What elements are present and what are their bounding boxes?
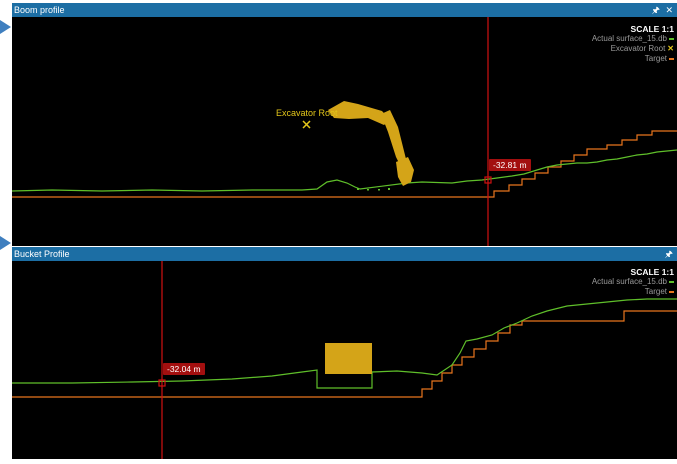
boom-panel-pointer bbox=[0, 20, 11, 34]
cross-icon: ✕ bbox=[667, 44, 674, 53]
boom-profile-plot[interactable]: Excavator Root bbox=[11, 17, 677, 246]
bucket-scale-label: SCALE 1:1 bbox=[630, 267, 674, 277]
boom-depth-readout: -32.81 m bbox=[489, 159, 531, 171]
close-icon[interactable]: ✕ bbox=[665, 5, 673, 15]
bucket-panel-title: Bucket Profile bbox=[14, 249, 70, 259]
target-swatch-icon bbox=[669, 57, 674, 60]
bucket-legend: SCALE 1:1 Actual surface_15.db Target bbox=[592, 267, 674, 297]
bucket-profile-plot[interactable] bbox=[12, 261, 677, 459]
boom-target-line bbox=[12, 130, 677, 198]
boom-legend-item-root: Excavator Root ✕ bbox=[592, 44, 674, 54]
bucket-profile-canvas[interactable]: -32.04 m SCALE 1:1 Actual surface_15.db … bbox=[12, 261, 677, 459]
boom-legend-target-label: Target bbox=[644, 54, 667, 63]
bucket-block bbox=[325, 343, 372, 374]
excavator-bucket bbox=[396, 157, 414, 186]
bucket-panel-titlebar[interactable]: Bucket Profile 🖈︎ bbox=[12, 247, 677, 261]
boom-legend-item-target: Target bbox=[592, 54, 674, 64]
bucket-depth-readout: -32.04 m bbox=[163, 363, 205, 375]
pin-icon[interactable]: 🖈︎ bbox=[652, 5, 660, 15]
surface-swatch-icon bbox=[669, 280, 674, 283]
excavator-root-marker bbox=[302, 120, 311, 129]
excavator-root-label: Excavator Root bbox=[276, 108, 338, 118]
excavator-arm bbox=[328, 101, 414, 186]
bucket-profile-panel: Bucket Profile 🖈︎ -32.04 m SCALE 1:1 Act… bbox=[12, 247, 677, 459]
surface-swatch-icon bbox=[669, 37, 674, 40]
bucket-panel-pointer bbox=[0, 236, 11, 250]
bucket-legend-target-label: Target bbox=[644, 287, 667, 296]
pin-icon[interactable]: 🖈︎ bbox=[665, 249, 673, 259]
boom-legend-item-surface: Actual surface_15.db bbox=[592, 34, 674, 44]
boom-legend: SCALE 1:1 Actual surface_15.db Excavator… bbox=[592, 24, 674, 64]
boom-profile-canvas[interactable]: Excavator Root -32.81 m SCALE 1:1 Actual… bbox=[11, 17, 677, 246]
boom-profile-panel: Boom profile 🖈︎ ✕ Excavator Root -32.81 … bbox=[11, 3, 677, 246]
boom-legend-root-label: Excavator Root bbox=[610, 44, 666, 53]
bucket-legend-item-target: Target bbox=[592, 287, 674, 297]
boom-scale-label: SCALE 1:1 bbox=[630, 24, 674, 34]
target-swatch-icon bbox=[669, 290, 674, 293]
boom-surface-line bbox=[11, 149, 677, 192]
bucket-legend-item-surface: Actual surface_15.db bbox=[592, 277, 674, 287]
boom-panel-titlebar[interactable]: Boom profile 🖈︎ ✕ bbox=[12, 3, 677, 17]
boom-panel-title: Boom profile bbox=[14, 5, 65, 15]
bucket-legend-surface-label: Actual surface_15.db bbox=[591, 277, 667, 286]
boom-legend-surface-label: Actual surface_15.db bbox=[591, 34, 667, 43]
